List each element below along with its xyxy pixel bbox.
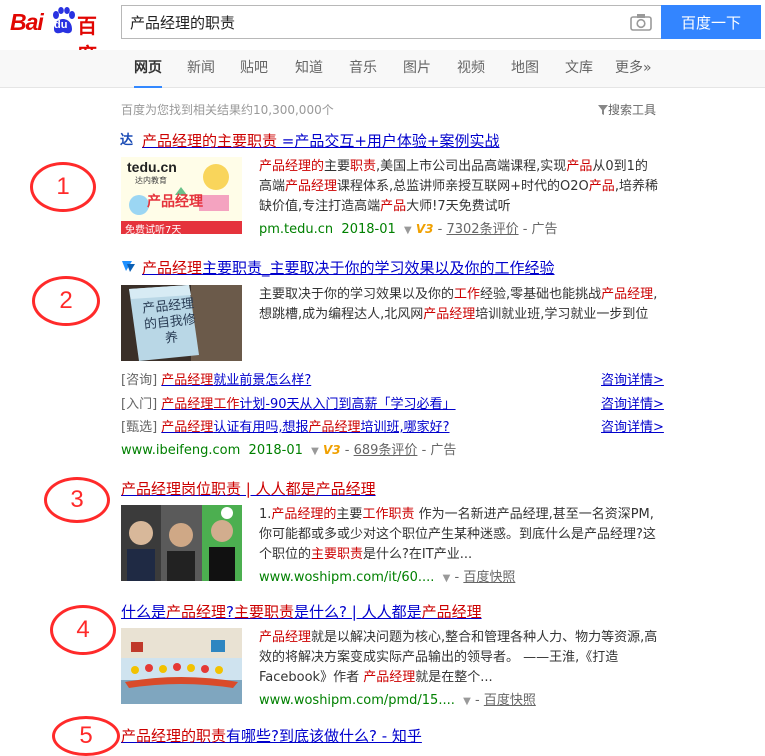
tab-web[interactable]: 网页 (134, 50, 162, 88)
result-1-description: 产品经理的主要职责,美国上市公司出品高端课程,实现产品从0到1的高端产品经理课程… (259, 159, 658, 214)
dropdown-arrow-icon[interactable]: ▼ (311, 446, 319, 457)
result-2-title[interactable]: 产品经理主要职责_主要取决于你的学习效果以及你的工作经验 (142, 257, 555, 278)
sub-link-2-detail[interactable]: 咨询详情> (601, 393, 664, 412)
result-3-thumbnail[interactable] (121, 505, 242, 581)
sub-link-2[interactable]: 产品经理工作计划-90天从入门到高薪「学习必看」 (161, 397, 455, 412)
sub-link-3[interactable]: 产品经理认证有用吗,想报产品经理培训班,哪家好? (161, 420, 449, 435)
annotation-circle-4: 4 (50, 605, 116, 655)
search-button[interactable]: 百度一下 (661, 5, 761, 39)
filter-icon (598, 105, 608, 115)
result-1-url[interactable]: pm.tedu.cn (259, 222, 333, 237)
dropdown-arrow-icon[interactable]: ▼ (463, 696, 471, 707)
people-photo-image (121, 505, 242, 581)
result-5-title[interactable]: 产品经理的职责有哪些?到底该做什么? - 知乎 (121, 725, 422, 746)
tab-more[interactable]: 更多» (615, 50, 652, 88)
annotation-circle-3: 3 (44, 477, 110, 523)
tedu-thumb-text: 产品经理 (147, 194, 203, 210)
result-3-title[interactable]: 产品经理岗位职责 | 人人都是产品经理 (121, 478, 376, 499)
tedu-brand-icon: 达 (120, 132, 133, 147)
annotation-circle-5: 5 (52, 716, 120, 756)
result-2-sub-link-2: [入门] 产品经理工作计划-90天从入门到高薪「学习必看」 (121, 397, 456, 412)
result-4-snapshot[interactable]: 百度快照 (484, 693, 536, 708)
tab-bar: 网页 新闻 贴吧 知道 音乐 图片 视频 地图 文库 更多» (0, 50, 765, 88)
logo-bai: Bai (10, 9, 44, 35)
result-4-url-line: www.woshipm.com/pmd/15.... ▼ - 百度快照 (259, 693, 536, 708)
result-2-date: 2018-01 (248, 443, 303, 458)
result-2-reviews[interactable]: 689条评价 (354, 443, 418, 458)
result-2-url[interactable]: www.ibeifeng.com (121, 443, 240, 458)
header: Bai du 百度 百度一下 (0, 0, 765, 67)
tedu-brand-sub: 达内教育 (135, 176, 167, 185)
camera-icon[interactable] (630, 13, 652, 31)
result-1-url-line: pm.tedu.cn 2018-01 ▼ V3 - 7302条评价 - 广告 (259, 222, 558, 237)
book-title-text: 产品经理的自我修养 (141, 296, 197, 347)
sub-link-1[interactable]: 产品经理就业前景怎么样? (161, 373, 311, 388)
v3-badge[interactable]: V3 (323, 443, 341, 457)
result-2-sub-link-1: [咨询] 产品经理就业前景怎么样? (121, 373, 312, 388)
result-2-description: 主要取决于你的学习效果以及你的工作经验,零基础也能挑战产品经理,想跳槽,成为编程… (259, 287, 658, 322)
svg-text:达: 达 (120, 132, 133, 147)
ibeifeng-brand-icon (122, 261, 135, 272)
search-tools-label: 搜索工具 (608, 103, 657, 117)
result-2-url-line: www.ibeifeng.com 2018-01 ▼ V3 - 689条评价 -… (121, 443, 457, 458)
tab-video[interactable]: 视频 (457, 50, 485, 88)
tab-wenku[interactable]: 文库 (565, 50, 593, 88)
result-2-thumbnail[interactable]: 产品经理的自我修养 (121, 285, 242, 361)
result-3-snapshot[interactable]: 百度快照 (463, 570, 515, 585)
ad-label: - 广告 (421, 443, 457, 458)
search-tools[interactable]: 搜索工具 (598, 101, 656, 118)
tedu-brand-text: tedu.cn (127, 159, 177, 175)
v3-badge[interactable]: V3 (416, 222, 434, 236)
annotation-circle-1: 1 (30, 162, 96, 212)
dropdown-arrow-icon[interactable]: ▼ (404, 225, 412, 236)
tab-zhidao[interactable]: 知道 (295, 50, 323, 88)
result-2-sub-link-3: [甄选] 产品经理认证有用吗,想报产品经理培训班,哪家好? (121, 420, 450, 435)
result-3-url[interactable]: www.woshipm.com/it/60.... (259, 570, 434, 585)
result-4-title[interactable]: 什么是产品经理?主要职责是什么? | 人人都是产品经理 (121, 601, 482, 622)
tedu-thumb-banner: 免费试听7天 (125, 225, 182, 234)
tab-music[interactable]: 音乐 (349, 50, 377, 88)
result-3-description: 1.产品经理的主要工作职责 作为一名新进产品经理,甚至一名资深PM,你可能都或多… (259, 507, 656, 562)
tab-map[interactable]: 地图 (511, 50, 539, 88)
tab-news[interactable]: 新闻 (187, 50, 215, 88)
tab-tieba[interactable]: 贴吧 (240, 50, 268, 88)
result-1-reviews[interactable]: 7302条评价 (446, 222, 518, 237)
logo-du: du (54, 19, 68, 31)
sub-link-3-detail[interactable]: 咨询详情> (601, 416, 664, 435)
result-3-url-line: www.woshipm.com/it/60.... ▼ - 百度快照 (259, 570, 516, 585)
baidu-logo[interactable]: Bai du 百度 (8, 5, 114, 67)
result-4-description: 产品经理就是以解决问题为核心,整合和管理各种人力、物力等资源,高效的将解决方案变… (259, 630, 658, 685)
result-1-thumbnail[interactable]: tedu.cn 达内教育 产品经理 免费试听7天 (121, 157, 242, 234)
result-4-url[interactable]: www.woshipm.com/pmd/15.... (259, 693, 455, 708)
ad-label: - 广告 (522, 222, 558, 237)
sub-link-1-detail[interactable]: 咨询详情> (601, 369, 664, 388)
result-1-title[interactable]: 产品经理的主要职责 =产品交互+用户体验+案例实战 (142, 130, 500, 151)
dropdown-arrow-icon[interactable]: ▼ (443, 573, 451, 584)
dragon-boat-image (121, 628, 242, 704)
annotation-circle-2: 2 (32, 276, 100, 326)
tab-images[interactable]: 图片 (403, 50, 431, 88)
result-1-date: 2018-01 (341, 222, 396, 237)
result-count: 百度为您找到相关结果约10,300,000个 (121, 103, 334, 117)
search-box (121, 5, 661, 39)
result-4-thumbnail[interactable] (121, 628, 242, 704)
search-input[interactable] (122, 6, 622, 38)
